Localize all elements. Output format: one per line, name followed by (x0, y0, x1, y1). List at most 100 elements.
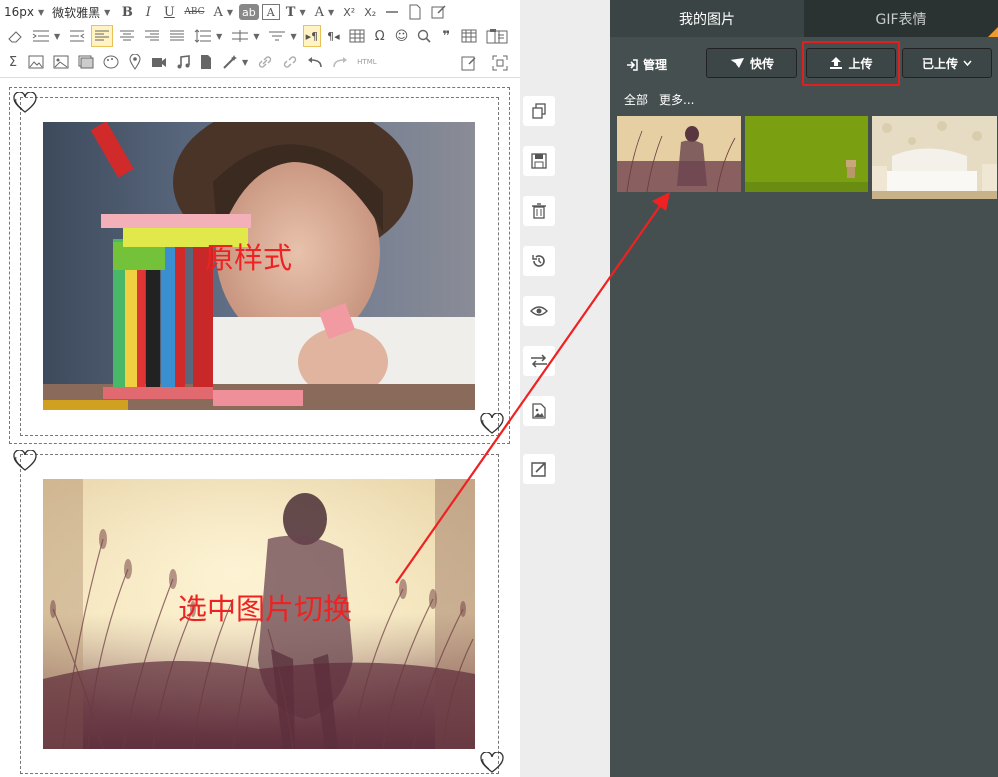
border-text-icon: A (266, 5, 275, 19)
align-left-icon (95, 30, 110, 41)
manage-button[interactable]: 管理 (626, 56, 667, 73)
html-source-button[interactable]: HTML (354, 51, 379, 73)
paragraph-spacing-button[interactable]: ▼ (228, 25, 262, 47)
superscript-button[interactable]: X² (340, 1, 358, 23)
fullscreen-button[interactable] (489, 52, 511, 74)
text-style-button[interactable]: T ▼ (283, 1, 309, 23)
paragraph-rtl-icon: ¶◂ (327, 29, 340, 43)
annotation-select-image-switch: 选中图片切换 (178, 592, 353, 626)
thumbnail-bedroom[interactable] (872, 116, 997, 199)
subscript-icon: X₂ (364, 5, 377, 19)
filter-more[interactable]: 更多... (659, 91, 694, 108)
editor-toolbar: 16px ▼ 微软雅黑 ▼ B I U ABC A ▼ ab A T ▼ A ▼ X² X… (0, 0, 520, 78)
map-button[interactable] (125, 51, 145, 73)
subscript-button[interactable]: X₂ (361, 1, 379, 23)
list-button[interactable]: ▼ (265, 25, 299, 47)
uploaded-dropdown-button[interactable]: 已上传 (902, 48, 992, 78)
chevron-down-icon: ▼ (226, 7, 234, 17)
align-right-button[interactable] (141, 25, 163, 47)
tab-my-images[interactable]: 我的图片 (610, 0, 804, 37)
link-button[interactable] (254, 51, 276, 73)
highlight-icon: ab (242, 5, 256, 19)
italic-button[interactable]: I (139, 1, 157, 23)
align-center-button[interactable] (116, 25, 138, 47)
filter-all[interactable]: 全部 (624, 91, 648, 108)
tab-gif-emoji[interactable]: GIF表情 (804, 0, 998, 37)
rtl-direction-button[interactable]: ¶◂ (324, 25, 343, 47)
uploaded-label: 已上传 (921, 56, 958, 71)
export-block-button[interactable] (523, 454, 555, 484)
unlink-button[interactable] (279, 51, 301, 73)
preview-button[interactable] (458, 52, 480, 74)
underline-button[interactable]: U (160, 1, 178, 23)
insert-frame-button[interactable] (75, 51, 97, 73)
magic-wand-icon (223, 55, 237, 69)
thumbnail-woman-in-grass[interactable] (617, 116, 741, 192)
align-left-button[interactable] (91, 25, 114, 47)
thumbnail-green-background[interactable] (745, 116, 868, 192)
save-block-button[interactable] (523, 146, 555, 176)
insert-music-button[interactable] (173, 51, 193, 73)
replace-image-button[interactable] (523, 396, 555, 426)
chevron-down-icon: ▼ (299, 7, 306, 17)
settings-button[interactable] (491, 26, 511, 48)
formula-button[interactable]: Σ (4, 51, 22, 73)
corner-badge-icon (988, 27, 998, 37)
table-select-button[interactable] (346, 25, 368, 47)
insert-image-button[interactable] (25, 51, 47, 73)
bold-icon: B (121, 4, 133, 20)
highlight-color-button[interactable]: ab (239, 4, 259, 20)
font-size-value: 16px (4, 5, 34, 19)
delete-block-button[interactable] (523, 196, 555, 226)
eraser-button[interactable] (4, 25, 26, 47)
bold-button[interactable]: B (118, 1, 136, 23)
undo-button[interactable] (304, 51, 326, 73)
search-replace-button[interactable] (414, 25, 434, 47)
font-family-select[interactable]: 微软雅黑 ▼ (52, 1, 110, 23)
line-height-button[interactable]: ▼ (191, 25, 225, 47)
edit-button[interactable] (428, 1, 450, 23)
omega-icon: Ω (374, 28, 385, 44)
clipboard-check-icon (494, 30, 508, 44)
sigma-icon: Σ (8, 54, 18, 70)
font-size-select[interactable]: 16px ▼ (4, 1, 44, 23)
line-height-icon (194, 29, 212, 43)
swap-block-button[interactable] (523, 346, 555, 376)
special-char-button[interactable]: Ω (371, 25, 389, 47)
chevron-down-icon: ▼ (328, 7, 335, 17)
paragraph-spacing-icon (232, 30, 249, 42)
strikethrough-button[interactable]: ABC (181, 1, 207, 23)
search-icon (418, 29, 431, 43)
copy-block-button[interactable] (523, 96, 555, 126)
scrawl-button[interactable] (100, 51, 122, 73)
new-document-button[interactable] (405, 1, 425, 23)
font-effect-button[interactable]: A ▼ (312, 1, 338, 23)
ltr-direction-button[interactable]: ▸¶ (302, 25, 322, 47)
emoji-button[interactable]: ☺ (392, 25, 412, 47)
indent-button[interactable]: ▼ (29, 25, 63, 47)
outdent-button[interactable] (66, 25, 88, 47)
horizontal-rule-button[interactable] (382, 1, 402, 23)
border-text-button[interactable]: A (261, 4, 280, 20)
font-color-button[interactable]: A ▼ (211, 1, 237, 23)
magic-wand-button[interactable]: ▼ (219, 51, 251, 73)
horizontal-line-icon (386, 11, 399, 13)
table-grid-icon (349, 29, 365, 43)
quote-button[interactable]: ❞ (437, 25, 455, 47)
preview-block-button[interactable] (523, 296, 555, 326)
redo-button[interactable] (329, 51, 351, 73)
quick-upload-button[interactable]: 快传 (706, 48, 797, 78)
insert-picture-button[interactable] (50, 51, 72, 73)
file-icon (201, 55, 211, 69)
align-justify-button[interactable] (166, 25, 188, 47)
history-block-button[interactable] (523, 246, 555, 276)
image-icon (28, 55, 44, 69)
insert-video-button[interactable] (148, 51, 170, 73)
font-color-icon: A (213, 4, 223, 20)
insert-table-button[interactable] (458, 25, 480, 47)
image-library-panel: 我的图片 GIF表情 管理 快传 上传 已上传 全部 更多... (610, 0, 998, 777)
picture-icon (53, 55, 69, 69)
editor-canvas[interactable]: 原样式 选中图片切换 (0, 79, 520, 777)
indent-icon (32, 30, 49, 42)
attachment-button[interactable] (196, 51, 216, 73)
